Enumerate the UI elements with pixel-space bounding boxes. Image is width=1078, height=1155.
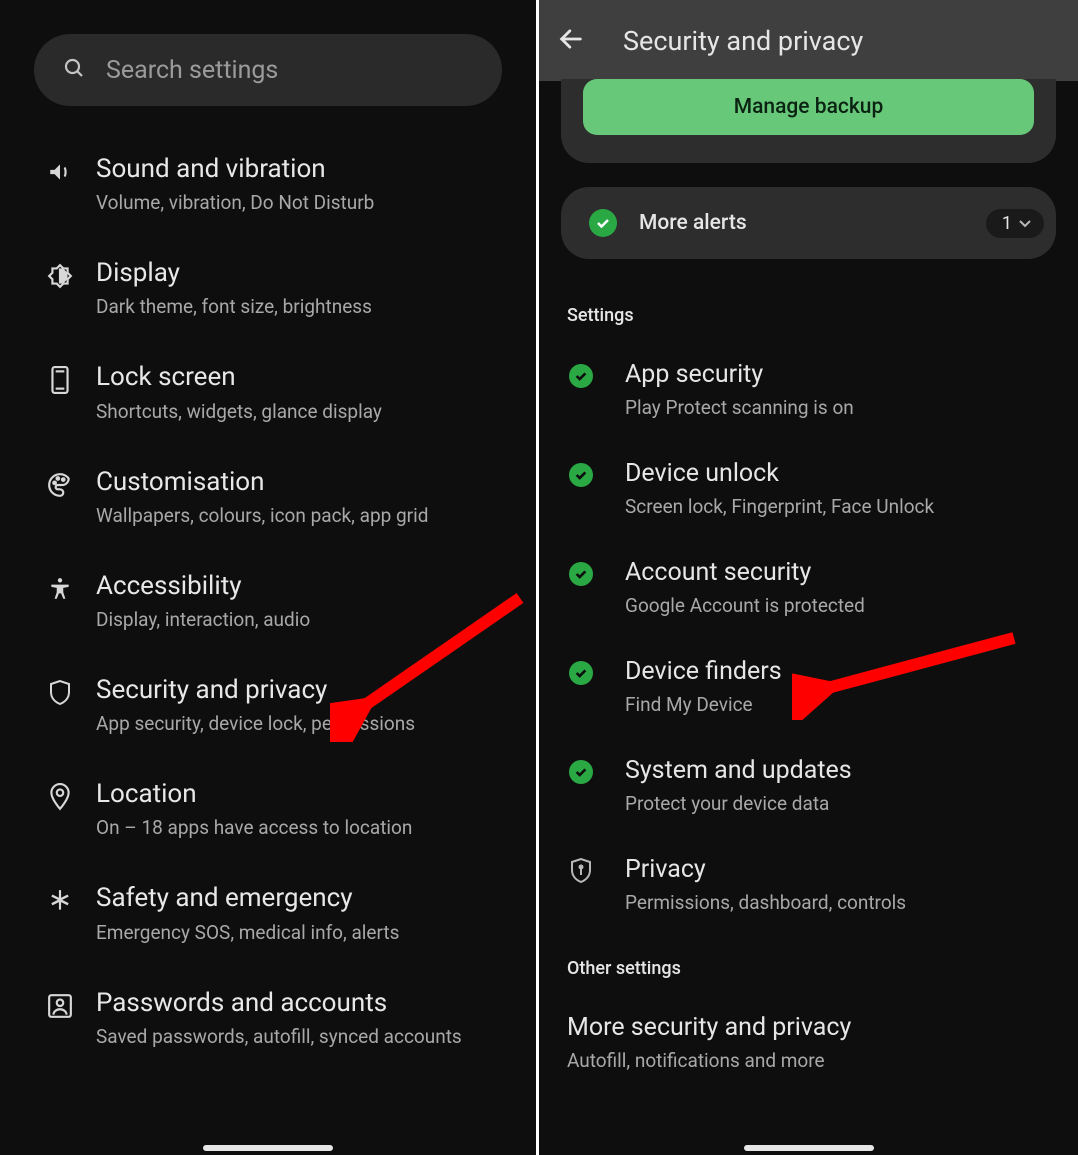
search-bar[interactable]: Search settings (34, 34, 502, 106)
sound-icon (46, 158, 74, 186)
check-circle-icon (567, 758, 595, 786)
sec-item-more-security[interactable]: More security and privacy Autofill, noti… (539, 987, 1078, 1086)
brightness-icon (46, 262, 74, 290)
sec-sub: Play Protect scanning is on (625, 396, 854, 419)
manage-backup-label: Manage backup (734, 95, 884, 119)
accessibility-icon (46, 575, 74, 603)
menu-title: Display (96, 258, 372, 289)
sec-title: More security and privacy (567, 1013, 851, 1043)
check-circle-icon (567, 659, 595, 687)
menu-sub: App security, device lock, permissions (96, 712, 415, 735)
menu-item-security-privacy[interactable]: Security and privacy App security, devic… (0, 653, 536, 757)
sec-title: Device unlock (625, 459, 934, 489)
location-icon (46, 783, 74, 811)
menu-sub: Emergency SOS, medical info, alerts (96, 921, 399, 944)
palette-icon (46, 471, 74, 499)
more-alerts-label: More alerts (639, 211, 986, 235)
settings-main-screen: Search settings Sound and vibration Volu… (0, 0, 539, 1155)
sec-sub: Permissions, dashboard, controls (625, 891, 906, 914)
sec-sub: Protect your device data (625, 792, 852, 815)
sec-sub: Screen lock, Fingerprint, Face Unlock (625, 495, 934, 518)
back-arrow-icon[interactable] (557, 25, 585, 57)
check-circle-icon (567, 560, 595, 588)
page-title: Security and privacy (623, 25, 863, 57)
menu-item-display[interactable]: Display Dark theme, font size, brightnes… (0, 236, 536, 340)
section-header-settings: Settings (539, 259, 1078, 326)
nav-handle[interactable] (744, 1145, 874, 1151)
sec-item-app-security[interactable]: App security Play Protect scanning is on (539, 334, 1078, 433)
sec-item-account-security[interactable]: Account security Google Account is prote… (539, 532, 1078, 631)
search-placeholder: Search settings (106, 56, 278, 85)
sec-sub: Find My Device (625, 693, 782, 716)
menu-title: Safety and emergency (96, 883, 399, 914)
menu-sub: On – 18 apps have access to location (96, 816, 412, 839)
sec-sub: Google Account is protected (625, 594, 865, 617)
check-circle-icon (589, 209, 617, 237)
menu-title: Location (96, 779, 412, 810)
more-alerts-row[interactable]: More alerts 1 (561, 187, 1056, 259)
search-icon (62, 56, 86, 84)
sec-sub: Autofill, notifications and more (567, 1049, 851, 1072)
sec-item-privacy[interactable]: Privacy Permissions, dashboard, controls (539, 829, 1078, 928)
shield-icon (46, 679, 74, 707)
asterisk-icon (46, 887, 74, 915)
menu-item-sound[interactable]: Sound and vibration Volume, vibration, D… (0, 132, 536, 236)
menu-sub: Shortcuts, widgets, glance display (96, 400, 382, 423)
check-circle-icon (567, 362, 595, 390)
menu-item-passwords[interactable]: Passwords and accounts Saved passwords, … (0, 966, 536, 1070)
menu-title: Security and privacy (96, 675, 415, 706)
sec-title: Privacy (625, 855, 906, 885)
nav-handle[interactable] (203, 1145, 333, 1151)
menu-title: Accessibility (96, 571, 310, 602)
menu-sub: Dark theme, font size, brightness (96, 295, 372, 318)
header: Security and privacy (539, 0, 1078, 81)
menu-sub: Volume, vibration, Do Not Disturb (96, 191, 374, 214)
menu-sub: Saved passwords, autofill, synced accoun… (96, 1025, 462, 1048)
menu-title: Sound and vibration (96, 154, 374, 185)
menu-sub: Display, interaction, audio (96, 608, 310, 631)
menu-item-safety[interactable]: Safety and emergency Emergency SOS, medi… (0, 861, 536, 965)
sec-title: System and updates (625, 756, 852, 786)
other-settings-list: More security and privacy Autofill, noti… (539, 979, 1078, 1086)
phone-icon (46, 366, 74, 394)
sec-title: App security (625, 360, 854, 390)
menu-title: Passwords and accounts (96, 988, 462, 1019)
alerts-count: 1 (1002, 213, 1012, 234)
privacy-shield-icon (567, 857, 595, 885)
check-circle-icon (567, 461, 595, 489)
alerts-count-badge: 1 (986, 209, 1044, 238)
security-settings-list: App security Play Protect scanning is on… (539, 326, 1078, 928)
menu-item-customisation[interactable]: Customisation Wallpapers, colours, icon … (0, 445, 536, 549)
menu-item-location[interactable]: Location On – 18 apps have access to loc… (0, 757, 536, 861)
menu-item-accessibility[interactable]: Accessibility Display, interaction, audi… (0, 549, 536, 653)
menu-title: Lock screen (96, 362, 382, 393)
menu-item-lock-screen[interactable]: Lock screen Shortcuts, widgets, glance d… (0, 340, 536, 444)
sec-title: Device finders (625, 657, 782, 687)
sec-item-device-finders[interactable]: Device finders Find My Device (539, 631, 1078, 730)
sec-title: Account security (625, 558, 865, 588)
backup-card: Manage backup (561, 79, 1056, 163)
menu-title: Customisation (96, 467, 428, 498)
manage-backup-button[interactable]: Manage backup (583, 79, 1034, 135)
account-icon (46, 992, 74, 1020)
chevron-down-icon (1016, 214, 1034, 232)
security-privacy-screen: Security and privacy Manage backup More … (539, 0, 1078, 1155)
sec-item-system-updates[interactable]: System and updates Protect your device d… (539, 730, 1078, 829)
settings-menu-list: Sound and vibration Volume, vibration, D… (0, 106, 536, 1070)
section-header-other: Other settings (539, 928, 1078, 979)
menu-sub: Wallpapers, colours, icon pack, app grid (96, 504, 428, 527)
sec-item-device-unlock[interactable]: Device unlock Screen lock, Fingerprint, … (539, 433, 1078, 532)
